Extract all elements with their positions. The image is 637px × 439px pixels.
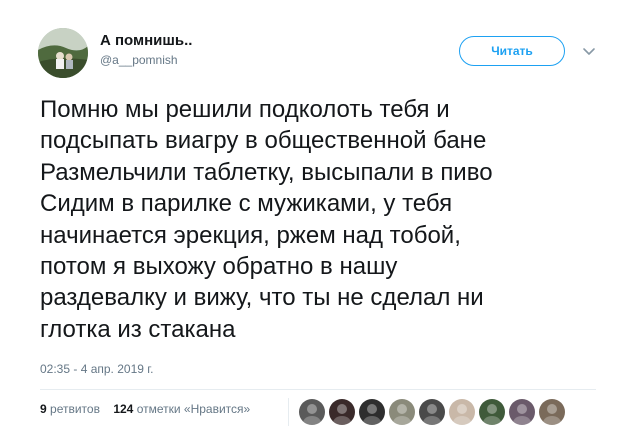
tweet-text-line: подсыпать виагру в общественной бане bbox=[40, 127, 487, 155]
retweets-label: ретвитов bbox=[50, 402, 100, 416]
tweet-text-line: глотка из стакана bbox=[40, 315, 236, 343]
liker-avatar[interactable] bbox=[299, 399, 325, 425]
avatar-image bbox=[38, 28, 88, 78]
liker-avatar[interactable] bbox=[509, 399, 535, 425]
tweet-text-line: раздевалку и вижу, что ты не сделал ни bbox=[40, 284, 484, 312]
liker-avatar[interactable] bbox=[389, 399, 415, 425]
liker-avatar[interactable] bbox=[449, 399, 475, 425]
tweet-text: Помню мы решили подколоть тебя и подсыпа… bbox=[40, 94, 610, 345]
liker-avatar[interactable] bbox=[479, 399, 505, 425]
tweet-text-line: потом я выхожу обратно в нашу bbox=[40, 253, 398, 281]
likes-label: отметки «Нравится» bbox=[136, 402, 251, 416]
stats-divider bbox=[288, 398, 289, 426]
retweets-count: 9 bbox=[40, 402, 47, 416]
tweet-text-line: начинается эрекция, ржем над тобой, bbox=[40, 221, 461, 249]
retweets-stat[interactable]: 9 ретвитов bbox=[40, 402, 100, 416]
tweet-text-line: Размельчили таблетку, высыпали в пиво bbox=[40, 158, 493, 186]
tweet-stats: 9 ретвитов 124 отметки «Нравится» bbox=[40, 402, 260, 416]
timestamp[interactable]: 02:35 - 4 апр. 2019 г. bbox=[40, 362, 154, 376]
display-name[interactable]: А помнишь.. bbox=[100, 32, 192, 50]
liker-avatar[interactable] bbox=[419, 399, 445, 425]
liker-avatar[interactable] bbox=[359, 399, 385, 425]
likes-count: 124 bbox=[113, 402, 134, 416]
tweet-card: А помнишь.. @a__pomnish Читать Помню мы … bbox=[0, 0, 637, 439]
avatar[interactable] bbox=[38, 28, 88, 78]
liker-avatar[interactable] bbox=[539, 399, 565, 425]
user-names: А помнишь.. @a__pomnish bbox=[100, 32, 192, 68]
divider bbox=[40, 389, 596, 390]
tweet-text-line: Сидим в парилке с мужиками, у тебя bbox=[40, 190, 453, 218]
likes-stat[interactable]: 124 отметки «Нравится» bbox=[113, 402, 250, 416]
tweet-text-line: Помню мы решили подколоть тебя и bbox=[40, 96, 450, 123]
user-handle[interactable]: @a__pomnish bbox=[100, 52, 192, 68]
likers-avatars bbox=[299, 399, 569, 425]
follow-button[interactable]: Читать bbox=[459, 36, 565, 66]
chevron-down-icon[interactable] bbox=[582, 44, 596, 58]
liker-avatar[interactable] bbox=[329, 399, 355, 425]
